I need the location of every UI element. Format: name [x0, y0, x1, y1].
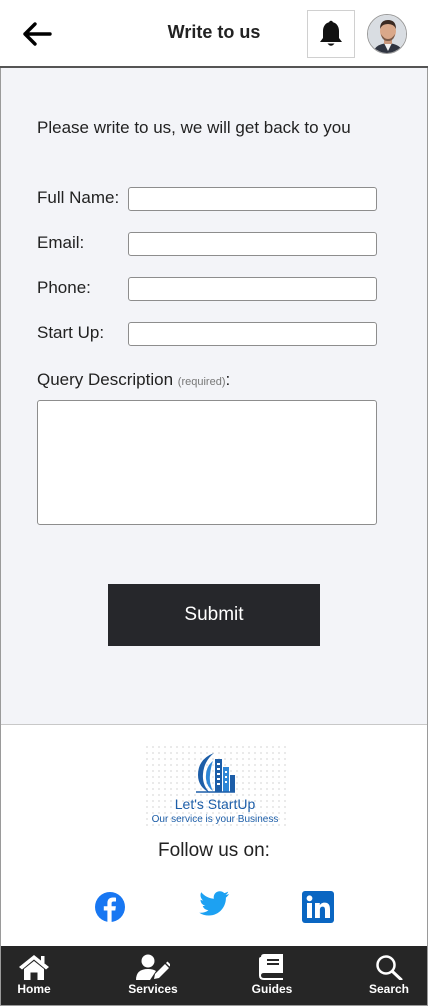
notifications-button[interactable]	[307, 10, 355, 58]
email-input[interactable]	[128, 232, 377, 256]
top-bar: Write to us	[0, 0, 428, 68]
startup-input[interactable]	[128, 322, 377, 346]
services-icon	[136, 954, 170, 980]
bell-icon	[320, 20, 342, 46]
submit-button[interactable]: Submit	[108, 584, 320, 646]
phone-input[interactable]	[128, 277, 377, 301]
nav-home-label: Home	[17, 982, 51, 996]
full-name-input[interactable]	[128, 187, 377, 211]
query-description-label: Query Description (required):	[37, 370, 230, 390]
facebook-icon	[95, 892, 125, 922]
nav-guides-label: Guides	[251, 982, 293, 996]
query-label-text: Query Description	[37, 370, 174, 389]
query-label-colon: :	[225, 370, 231, 389]
full-name-label: Full Name:	[37, 188, 120, 207]
nav-search[interactable]: Search	[349, 946, 428, 1005]
user-photo-icon	[368, 15, 406, 53]
nav-guides[interactable]: Guides	[232, 946, 312, 1005]
email-label: Email:	[37, 233, 85, 252]
bottom-navigation: Home Services Guides Search	[1, 946, 427, 1005]
guides-icon	[259, 954, 283, 980]
required-hint: (required)	[177, 376, 226, 388]
facebook-link[interactable]	[93, 890, 127, 924]
home-icon	[19, 955, 49, 980]
search-icon	[376, 955, 403, 980]
page-title: Write to us	[167, 22, 261, 42]
linkedin-link[interactable]	[301, 890, 335, 924]
nav-home[interactable]: Home	[0, 946, 74, 1005]
startup-label: Start Up:	[37, 323, 105, 342]
form-intro-text: Please write to us, we will get back to …	[37, 118, 351, 137]
building-logo-icon	[196, 753, 235, 793]
linkedin-icon	[302, 891, 334, 923]
avatar[interactable]	[367, 14, 407, 54]
logo-name: Let's StartUp	[174, 796, 256, 812]
twitter-icon	[199, 891, 229, 916]
nav-search-label: Search	[368, 982, 410, 996]
nav-services[interactable]: Services	[113, 946, 193, 1005]
logo-tagline: Our service is your Business	[151, 814, 279, 825]
company-logo: Let's StartUp Our service is your Busine…	[144, 744, 286, 830]
twitter-link[interactable]	[197, 887, 231, 921]
query-description-textarea[interactable]	[37, 400, 377, 525]
follow-us-text: Follow us on:	[158, 840, 270, 861]
phone-label: Phone:	[37, 278, 91, 297]
nav-services-label: Services	[128, 982, 178, 996]
contact-form-panel: Please write to us, we will get back to …	[1, 68, 427, 725]
